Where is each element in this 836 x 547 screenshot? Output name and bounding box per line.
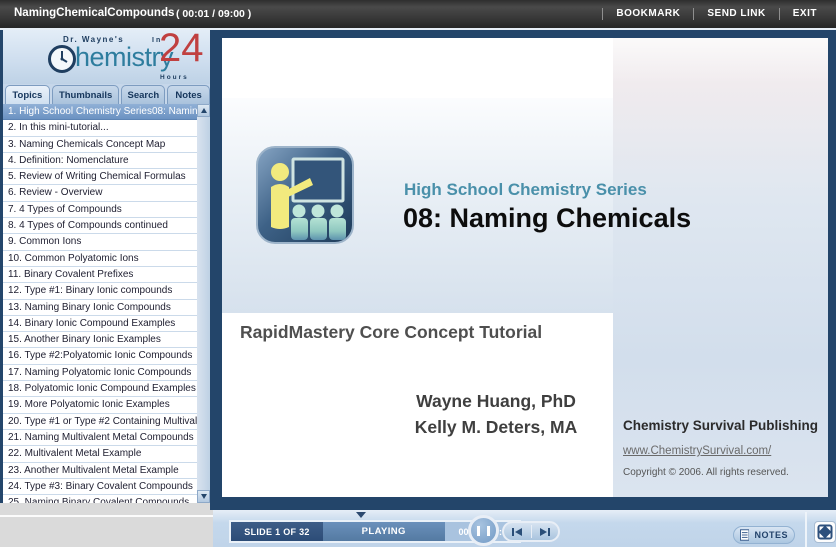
topic-item[interactable]: 12. Type #1: Binary Ionic compounds: [3, 283, 197, 300]
clock-icon: [48, 45, 76, 73]
slide-subtitle: RapidMastery Core Concept Tutorial: [240, 322, 543, 342]
next-icon: [539, 527, 547, 536]
topics-scrollbar[interactable]: [197, 104, 210, 503]
topic-item[interactable]: 13. Naming Binary Ionic Compounds: [3, 299, 197, 316]
topic-item[interactable]: 18. Polyatomic Ionic Compound Examples: [3, 381, 197, 398]
next-icon: [547, 527, 550, 536]
seek-handle-icon[interactable]: [356, 512, 366, 518]
slide-title: 08: Naming Chemicals: [403, 203, 692, 233]
application-window: NamingChemicalCompounds ( 00:01 / 09:00 …: [0, 0, 836, 547]
notes-button[interactable]: NOTES: [733, 526, 795, 544]
sidebar-tabs: Topics Thumbnails Search Notes: [3, 84, 210, 104]
topic-item[interactable]: 10. Common Polyatomic Ions: [3, 250, 197, 267]
topic-item[interactable]: 6. Review - Overview: [3, 185, 197, 202]
topic-item[interactable]: 7. 4 Types of Compounds: [3, 201, 197, 219]
tab-thumbnails[interactable]: Thumbnails: [51, 85, 120, 104]
topic-item[interactable]: 20. Type #1 or Type #2 Containing Multiv…: [3, 413, 197, 430]
topics-panel: 1. High School Chemistry Series08: Namin…: [3, 104, 210, 503]
topic-item[interactable]: 15. Another Binary Ionic Examples: [3, 332, 197, 349]
divider: [0, 515, 213, 517]
tab-notes[interactable]: Notes: [167, 85, 210, 104]
next-slide-button[interactable]: [539, 527, 550, 536]
topic-item[interactable]: 8. 4 Types of Compounds continued: [3, 218, 197, 235]
topic-item[interactable]: 1. High School Chemistry Series08: Namin…: [3, 104, 197, 121]
notes-label: NOTES: [754, 530, 788, 540]
topic-item[interactable]: 25. Naming Binary Covalent Compounds: [3, 495, 197, 503]
tab-search[interactable]: Search: [121, 85, 166, 104]
scroll-up-button[interactable]: [197, 104, 210, 117]
logo-hours-text: Hours: [160, 74, 189, 81]
slide-canvas: Chemistry Survival Publishing www.Chemis…: [222, 38, 828, 497]
topic-item[interactable]: 3. Naming Chemicals Concept Map: [3, 136, 197, 153]
presentation-title: NamingChemicalCompounds: [14, 7, 175, 19]
topic-item[interactable]: 21. Naming Multivalent Metal Compounds: [3, 429, 197, 447]
topic-item[interactable]: 9. Common Ions: [3, 234, 197, 251]
divider: [805, 512, 807, 547]
logo-24-text: 24: [159, 26, 204, 70]
topic-item[interactable]: 5. Review of Writing Chemical Formulas: [3, 169, 197, 186]
topic-item[interactable]: 22. Multivalent Metal Example: [3, 446, 197, 463]
tab-topics[interactable]: Topics: [5, 85, 50, 104]
fullscreen-button[interactable]: [814, 521, 836, 543]
copyright-text: Copyright © 2006. All rights reserved.: [623, 467, 789, 478]
topic-item[interactable]: 16. Type #2:Polyatomic Ionic Compounds: [3, 348, 197, 365]
pause-button[interactable]: [468, 515, 499, 546]
author-line: Kelly M. Deters, MA: [414, 417, 578, 437]
bookmark-button[interactable]: BOOKMARK: [602, 8, 693, 20]
title-bar: NamingChemicalCompounds ( 00:01 / 09:00 …: [0, 0, 836, 28]
progress-fill: PLAYING: [323, 522, 445, 541]
scroll-down-button[interactable]: [197, 490, 210, 503]
topic-item[interactable]: 19. More Polyatomic Ionic Examples: [3, 397, 197, 414]
exit-button[interactable]: EXIT: [778, 8, 830, 20]
topic-item[interactable]: 23. Another Multivalent Metal Example: [3, 462, 197, 479]
divider: [530, 525, 532, 538]
topic-item[interactable]: 4. Definition: Nomenclature: [3, 152, 197, 170]
send-link-button[interactable]: SEND LINK: [693, 8, 778, 20]
author-line: Wayne Huang, PhD: [416, 391, 576, 411]
previous-slide-button[interactable]: [512, 527, 523, 536]
scroll-down-icon: [200, 494, 207, 499]
notes-icon: [740, 529, 750, 541]
classroom-icon: [256, 146, 354, 244]
sidebar: Dr. Wayne's hemistry In 24 Hours Topics T…: [0, 26, 210, 503]
brand-logo: Dr. Wayne's hemistry In 24 Hours: [3, 26, 210, 84]
previous-icon: [512, 527, 515, 536]
publisher-name: Chemistry Survival Publishing: [623, 418, 819, 433]
titlebar-actions: BOOKMARK SEND LINK EXIT: [602, 0, 830, 28]
elapsed-total-time: ( 00:01 / 09:00 ): [176, 8, 252, 20]
slide-counter: SLIDE 1 OF 32: [231, 522, 323, 541]
topic-item[interactable]: 24. Type #3: Binary Covalent Compounds: [3, 478, 197, 496]
authors-block: Wayne Huang, PhD Kelly M. Deters, MA: [382, 388, 610, 440]
topic-item[interactable]: 11. Binary Covalent Prefixes: [3, 266, 197, 284]
topic-list: 1. High School Chemistry Series08: Namin…: [3, 104, 197, 503]
scroll-up-icon: [200, 108, 207, 113]
slide-right-panel: Chemistry Survival Publishing www.Chemis…: [613, 38, 828, 497]
sidebar-footer: [0, 503, 213, 547]
topic-item[interactable]: 17. Naming Polyatomic Ionic Compounds: [3, 364, 197, 382]
topic-item[interactable]: 14. Binary Ionic Compound Examples: [3, 315, 197, 333]
series-title: High School Chemistry Series: [404, 180, 647, 199]
playback-status: PLAYING: [361, 526, 406, 537]
fullscreen-icon: [817, 524, 833, 540]
step-controls: [502, 521, 560, 542]
pause-icon: [477, 525, 490, 536]
previous-icon: [515, 527, 523, 536]
playback-bar: SLIDE 1 OF 32 PLAYING 00:01 / 00:02: [213, 510, 836, 547]
slide-frame: Chemistry Survival Publishing www.Chemis…: [210, 30, 836, 510]
topic-item[interactable]: 2. In this mini-tutorial...: [3, 120, 197, 137]
publisher-link[interactable]: www.ChemistrySurvival.com/: [623, 445, 771, 457]
